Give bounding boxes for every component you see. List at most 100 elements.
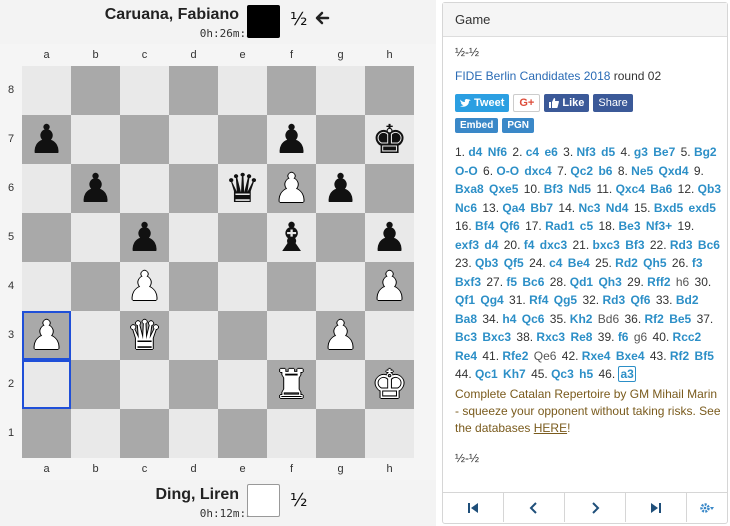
chess-board[interactable]: ♟ ♟ ♚ ♟ ♛ ♟ ♟ ♟ ♝ ♟ ♟ ♟ ♟ ♛ ♟ ♜ ♚ <box>22 66 414 458</box>
move-Qg4[interactable]: Qg4 <box>480 293 503 307</box>
move-Bxf3[interactable]: Bxf3 <box>455 275 481 289</box>
black-pawn-icon[interactable]: ♟ <box>267 115 316 164</box>
square-b8[interactable] <box>71 66 120 115</box>
move-Nc6[interactable]: Nc6 <box>455 201 477 215</box>
square-b3[interactable] <box>71 311 120 360</box>
move-Re8[interactable]: Re8 <box>570 330 592 344</box>
square-g5[interactable] <box>316 213 365 262</box>
move-Ba8[interactable]: Ba8 <box>455 312 477 326</box>
move-Bf4[interactable]: Bf4 <box>475 219 494 233</box>
square-c4[interactable]: ♟ <box>120 262 169 311</box>
move-Kh2[interactable]: Kh2 <box>570 312 593 326</box>
black-bishop-icon[interactable]: ♝ <box>267 213 316 262</box>
gplus-button[interactable]: G+ <box>513 94 541 112</box>
move-Re4[interactable]: Re4 <box>455 349 477 363</box>
square-a1[interactable] <box>22 409 71 458</box>
move-Be4[interactable]: Be4 <box>568 256 590 270</box>
move-Bd6[interactable]: Bd6 <box>598 312 619 326</box>
square-a6[interactable] <box>22 164 71 213</box>
move-Bxe4[interactable]: Bxe4 <box>616 349 645 363</box>
black-pawn-icon[interactable]: ♟ <box>71 164 120 213</box>
move-Nf6[interactable]: Nf6 <box>488 145 507 159</box>
move-Rxe4[interactable]: Rxe4 <box>582 349 611 363</box>
last-move-button[interactable] <box>626 493 687 522</box>
move-Bxa8[interactable]: Bxa8 <box>455 182 484 196</box>
move-f4[interactable]: f4 <box>524 238 535 252</box>
move-Rfe2[interactable]: Rfe2 <box>502 349 528 363</box>
embed-button[interactable]: Embed <box>455 118 499 133</box>
square-d6[interactable] <box>169 164 218 213</box>
move-Bc6[interactable]: Bc6 <box>522 275 544 289</box>
move-g6[interactable]: g6 <box>634 330 647 344</box>
square-h3[interactable] <box>365 311 414 360</box>
square-f3[interactable] <box>267 311 316 360</box>
square-h8[interactable] <box>365 66 414 115</box>
move-Qf1[interactable]: Qf1 <box>455 293 475 307</box>
square-c7[interactable] <box>120 115 169 164</box>
move-Qf6[interactable]: Qf6 <box>500 219 520 233</box>
move-d4[interactable]: d4 <box>468 145 482 159</box>
move-Bc6[interactable]: Bc6 <box>698 238 720 252</box>
square-d8[interactable] <box>169 66 218 115</box>
white-pawn-icon[interactable]: ♟ <box>267 164 316 213</box>
move-Bf3[interactable]: Bf3 <box>625 238 644 252</box>
move-Qh5[interactable]: Qh5 <box>643 256 666 270</box>
next-move-button[interactable] <box>565 493 626 522</box>
move-Bb7[interactable]: Bb7 <box>530 201 553 215</box>
move-h4[interactable]: h4 <box>502 312 516 326</box>
square-b2[interactable] <box>71 360 120 409</box>
move-Be7[interactable]: Be7 <box>653 145 675 159</box>
move-Qc2[interactable]: Qc2 <box>570 164 593 178</box>
square-b7[interactable] <box>71 115 120 164</box>
move-exf3[interactable]: exf3 <box>455 238 479 252</box>
move-OO[interactable]: O-O <box>455 164 478 178</box>
square-e3[interactable] <box>218 311 267 360</box>
move-Qc1[interactable]: Qc1 <box>475 367 498 381</box>
square-h5[interactable]: ♟ <box>365 213 414 262</box>
white-pawn-icon[interactable]: ♟ <box>316 311 365 360</box>
move-Bd2[interactable]: Bd2 <box>676 293 699 307</box>
square-e1[interactable] <box>218 409 267 458</box>
move-Ba6[interactable]: Ba6 <box>650 182 672 196</box>
square-f4[interactable] <box>267 262 316 311</box>
move-Rd2[interactable]: Rd2 <box>615 256 638 270</box>
square-g3[interactable]: ♟ <box>316 311 365 360</box>
square-d2[interactable] <box>169 360 218 409</box>
move-h5[interactable]: h5 <box>579 367 593 381</box>
square-f2[interactable]: ♜ <box>267 360 316 409</box>
move-Kh7[interactable]: Kh7 <box>503 367 526 381</box>
move-bxc3[interactable]: bxc3 <box>592 238 619 252</box>
move-d4[interactable]: d4 <box>484 238 498 252</box>
move-dxc4[interactable]: dxc4 <box>524 164 551 178</box>
square-a2[interactable] <box>22 360 71 409</box>
white-pawn-icon[interactable]: ♟ <box>365 262 414 311</box>
square-a7[interactable]: ♟ <box>22 115 71 164</box>
move-Ne5[interactable]: Ne5 <box>631 164 653 178</box>
move-Be5[interactable]: Be5 <box>669 312 691 326</box>
move-Qh3[interactable]: Qh3 <box>598 275 621 289</box>
move-Rff2[interactable]: Rff2 <box>647 275 670 289</box>
square-g4[interactable] <box>316 262 365 311</box>
move-Qe6[interactable]: Qe6 <box>534 349 557 363</box>
move-Bf3[interactable]: Bf3 <box>544 182 563 196</box>
move-f3[interactable]: f3 <box>692 256 703 270</box>
square-e4[interactable] <box>218 262 267 311</box>
square-d5[interactable] <box>169 213 218 262</box>
move-Qa4[interactable]: Qa4 <box>502 201 525 215</box>
square-h2[interactable]: ♚ <box>365 360 414 409</box>
square-f6[interactable]: ♟ <box>267 164 316 213</box>
black-king-icon[interactable]: ♚ <box>365 115 414 164</box>
square-g1[interactable] <box>316 409 365 458</box>
move-Nd4[interactable]: Nd4 <box>606 201 629 215</box>
square-f7[interactable]: ♟ <box>267 115 316 164</box>
square-d3[interactable] <box>169 311 218 360</box>
square-e7[interactable] <box>218 115 267 164</box>
first-move-button[interactable] <box>443 493 504 522</box>
square-h6[interactable] <box>365 164 414 213</box>
move-Rd3[interactable]: Rd3 <box>602 293 625 307</box>
move-Qf6[interactable]: Qf6 <box>630 293 650 307</box>
square-f5[interactable]: ♝ <box>267 213 316 262</box>
black-pawn-icon[interactable]: ♟ <box>365 213 414 262</box>
facebook-like-button[interactable]: Like <box>544 94 590 112</box>
square-b4[interactable] <box>71 262 120 311</box>
